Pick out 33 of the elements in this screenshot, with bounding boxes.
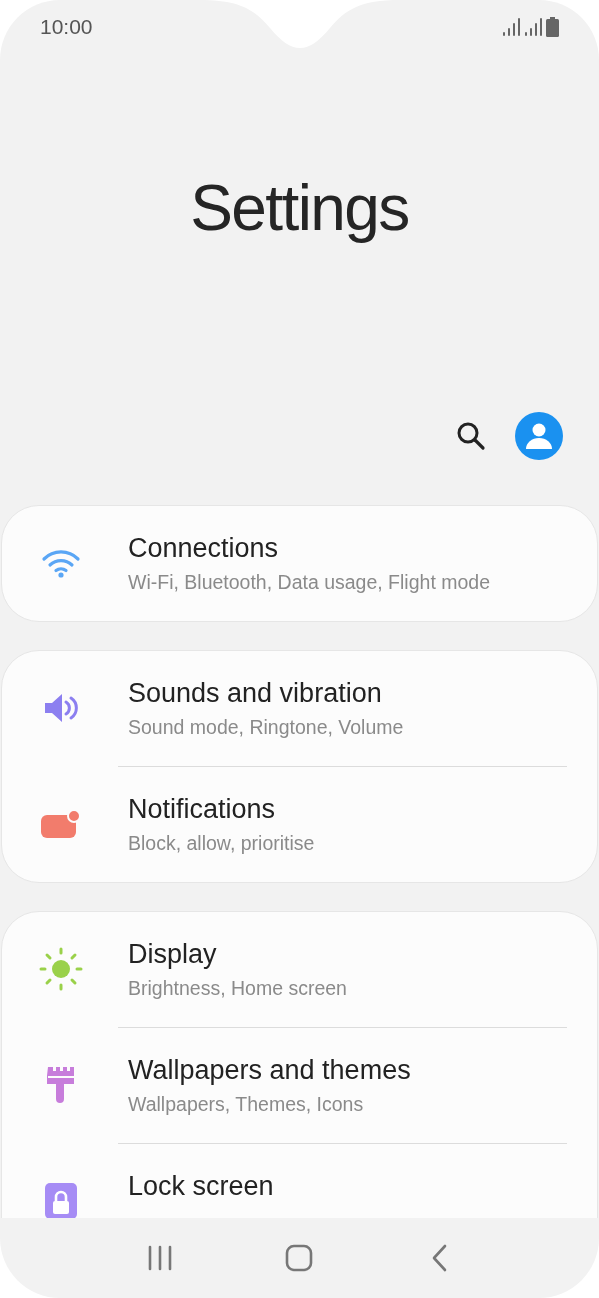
- wifi-icon: [41, 548, 81, 578]
- item-subtitle: Wallpapers, Themes, Icons: [128, 1092, 365, 1117]
- status-time: 10:00: [40, 13, 93, 40]
- battery-icon: [546, 16, 559, 37]
- item-title: Lock screen: [128, 1170, 274, 1203]
- settings-item[interactable]: Wallpapers and themes Wallpapers, Themes, Icons: [2, 1028, 597, 1143]
- item-subtitle: Wi-Fi, Bluetooth, Data usage, Flight mode: [128, 570, 490, 595]
- item-subtitle: Brightness, Home screen: [128, 976, 347, 1001]
- settings-item[interactable]: Sounds and vibration Sound mode, Ringtone, Volume: [2, 651, 597, 766]
- signal-icon: [502, 17, 520, 36]
- notification-icon: [41, 810, 81, 838]
- brush-icon: [47, 1066, 75, 1104]
- item-title: Sounds and vibration: [128, 677, 383, 710]
- back-icon: [430, 1244, 449, 1272]
- home-icon: [285, 1244, 314, 1272]
- settings-item[interactable]: Notifications Block, allow, prioritise: [2, 767, 597, 882]
- signal-icon: [524, 17, 542, 36]
- recent-apps-icon: [146, 1245, 173, 1271]
- item-title: Connections: [128, 532, 280, 565]
- search-icon: [456, 421, 486, 451]
- page-title: Settings: [190, 170, 409, 246]
- sun-icon: [39, 947, 83, 991]
- item-subtitle: Block, allow, prioritise: [128, 831, 315, 856]
- speaker-icon: [43, 692, 79, 724]
- item-title: Notifications: [128, 793, 277, 826]
- settings-item[interactable]: Connections Wi-Fi, Bluetooth, Data usage, Flight mode: [2, 506, 597, 621]
- person-icon: [526, 422, 552, 450]
- item-title: Wallpapers and themes: [128, 1054, 411, 1087]
- item-title: Display: [128, 938, 218, 971]
- settings-item[interactable]: Lock screen: [2, 1144, 597, 1218]
- settings-item[interactable]: Display Brightness, Home screen: [2, 912, 597, 1027]
- item-subtitle: Sound mode, Ringtone, Volume: [128, 715, 404, 740]
- profile-button[interactable]: [515, 412, 563, 460]
